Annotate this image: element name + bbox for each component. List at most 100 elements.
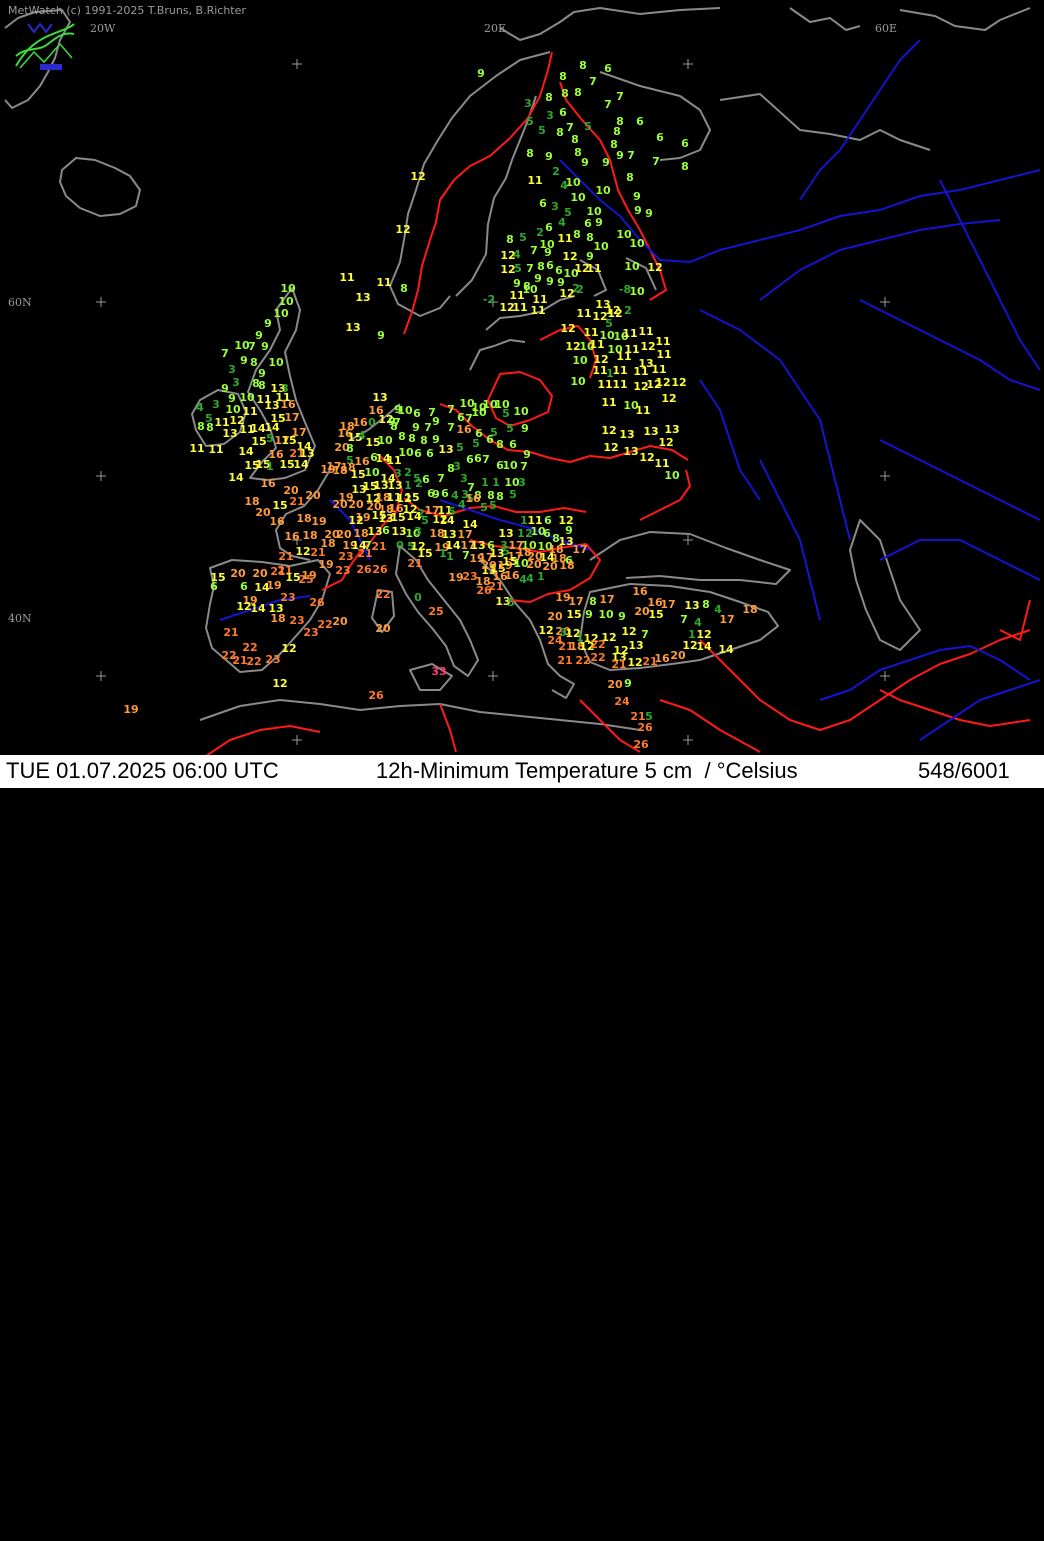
status-separator bbox=[898, 1513, 910, 1541]
station-value: 7 bbox=[520, 460, 528, 473]
station-value: 21 bbox=[357, 547, 372, 560]
station-value: 11 bbox=[576, 307, 591, 320]
station-value: 12 bbox=[395, 223, 410, 236]
station-value: 10 bbox=[398, 446, 414, 459]
station-value: 11 bbox=[622, 327, 637, 340]
station-value: 4 bbox=[526, 572, 534, 585]
station-value: 16 bbox=[465, 492, 481, 505]
station-value: 16 bbox=[284, 530, 300, 543]
station-value: 8 bbox=[561, 87, 569, 100]
station-value: 9 bbox=[624, 677, 632, 690]
station-value: 10 bbox=[565, 176, 581, 189]
station-value: 18 bbox=[320, 537, 335, 550]
station-value: 5 bbox=[509, 488, 517, 501]
station-value: 0 bbox=[368, 416, 376, 429]
station-value: 8 bbox=[526, 147, 534, 160]
station-value: 14 bbox=[250, 602, 266, 615]
station-value: 12 bbox=[281, 642, 296, 655]
station-value: 13 bbox=[628, 639, 643, 652]
station-value: 15 bbox=[281, 434, 296, 447]
station-value: 9 bbox=[432, 415, 440, 428]
station-value: 7 bbox=[589, 75, 597, 88]
station-value: 18 bbox=[296, 512, 311, 525]
station-value: 5 bbox=[421, 514, 429, 527]
station-value: 15 bbox=[251, 435, 266, 448]
station-value: 11 bbox=[635, 404, 650, 417]
station-value: 9 bbox=[477, 67, 485, 80]
station-value: 3 bbox=[212, 398, 220, 411]
station-value: 4 bbox=[558, 216, 566, 229]
station-value: 21 bbox=[371, 540, 386, 553]
station-value: 26 bbox=[368, 689, 384, 702]
station-value: 6 bbox=[546, 259, 554, 272]
station-value: 20 bbox=[670, 649, 686, 662]
station-value: 6 bbox=[486, 433, 494, 446]
station-value: 3 bbox=[524, 97, 532, 110]
station-value: 8 bbox=[573, 228, 581, 241]
station-value: 5 bbox=[519, 231, 527, 244]
station-value: 14 bbox=[696, 640, 712, 653]
station-value: 13 bbox=[355, 291, 370, 304]
station-value: 11 bbox=[589, 338, 604, 351]
station-value: 26 bbox=[309, 596, 325, 609]
station-value: 7 bbox=[627, 149, 635, 162]
station-value: 23 bbox=[338, 550, 353, 563]
station-value: 10 bbox=[629, 285, 645, 298]
station-value: 6 bbox=[681, 137, 689, 150]
station-value: 8 bbox=[250, 356, 258, 369]
station-value: 12 bbox=[661, 392, 676, 405]
station-value: 12 bbox=[640, 340, 655, 353]
station-value: 11 bbox=[655, 335, 670, 348]
status-parameter: 12h-Minimum Temperature 5 cm / °Celsius bbox=[376, 758, 798, 783]
station-value: 1 bbox=[537, 570, 545, 583]
station-value: 4 bbox=[513, 248, 521, 261]
station-value: 10 bbox=[513, 405, 529, 418]
station-value: 1 bbox=[492, 476, 500, 489]
station-value: 18 bbox=[302, 529, 317, 542]
station-value: 11 bbox=[597, 378, 612, 391]
station-value: 9 bbox=[585, 608, 593, 621]
station-value: 6 bbox=[426, 447, 434, 460]
station-value: 7 bbox=[393, 416, 401, 429]
station-value: 20 bbox=[305, 489, 321, 502]
station-value: 10 bbox=[280, 282, 296, 295]
station-value: 14 bbox=[439, 514, 455, 527]
station-value: 7 bbox=[424, 421, 432, 434]
station-value: 7 bbox=[680, 613, 688, 626]
station-value: 17 bbox=[719, 613, 734, 626]
station-value: 10 bbox=[593, 240, 609, 253]
station-value: 9 bbox=[264, 317, 272, 330]
station-value: 9 bbox=[645, 207, 653, 220]
station-value: 2 bbox=[415, 477, 423, 490]
station-value: 13 bbox=[345, 321, 360, 334]
station-value: 22 bbox=[590, 651, 605, 664]
status-datetime: TUE 01.07.2025 06:00 UTC bbox=[6, 758, 279, 783]
station-value: 8 bbox=[206, 421, 214, 434]
station-value: 13 bbox=[372, 391, 387, 404]
label-20w: 20W bbox=[90, 22, 116, 35]
station-value: 2 bbox=[576, 283, 584, 296]
station-value: 9 bbox=[581, 156, 589, 169]
station-value: 11 bbox=[586, 262, 601, 275]
station-value: 11 bbox=[601, 396, 616, 409]
station-value: 16 bbox=[280, 398, 296, 411]
station-value: 6 bbox=[559, 106, 567, 119]
station-value: 5 bbox=[266, 432, 274, 445]
station-value: 12 bbox=[627, 656, 642, 669]
station-value: 13 bbox=[470, 539, 485, 552]
station-value: 13 bbox=[664, 423, 679, 436]
credit-text: MetWatch (c) 1991-2025 T.Bruns, B.Richte… bbox=[8, 4, 246, 17]
station-value: 1 bbox=[481, 476, 489, 489]
station-value: 6 bbox=[466, 453, 474, 466]
station-value: 6 bbox=[474, 452, 482, 465]
station-value: 10 bbox=[598, 608, 614, 621]
station-value: 2 bbox=[404, 466, 412, 479]
station-value: 7 bbox=[447, 421, 455, 434]
station-value: 21 bbox=[557, 654, 572, 667]
station-value: 13 bbox=[367, 525, 382, 538]
station-value: 11 bbox=[530, 304, 545, 317]
station-value: 10 bbox=[624, 260, 640, 273]
station-value: 11 bbox=[339, 271, 354, 284]
station-value: 11 bbox=[633, 365, 648, 378]
station-value: 10 bbox=[572, 354, 588, 367]
